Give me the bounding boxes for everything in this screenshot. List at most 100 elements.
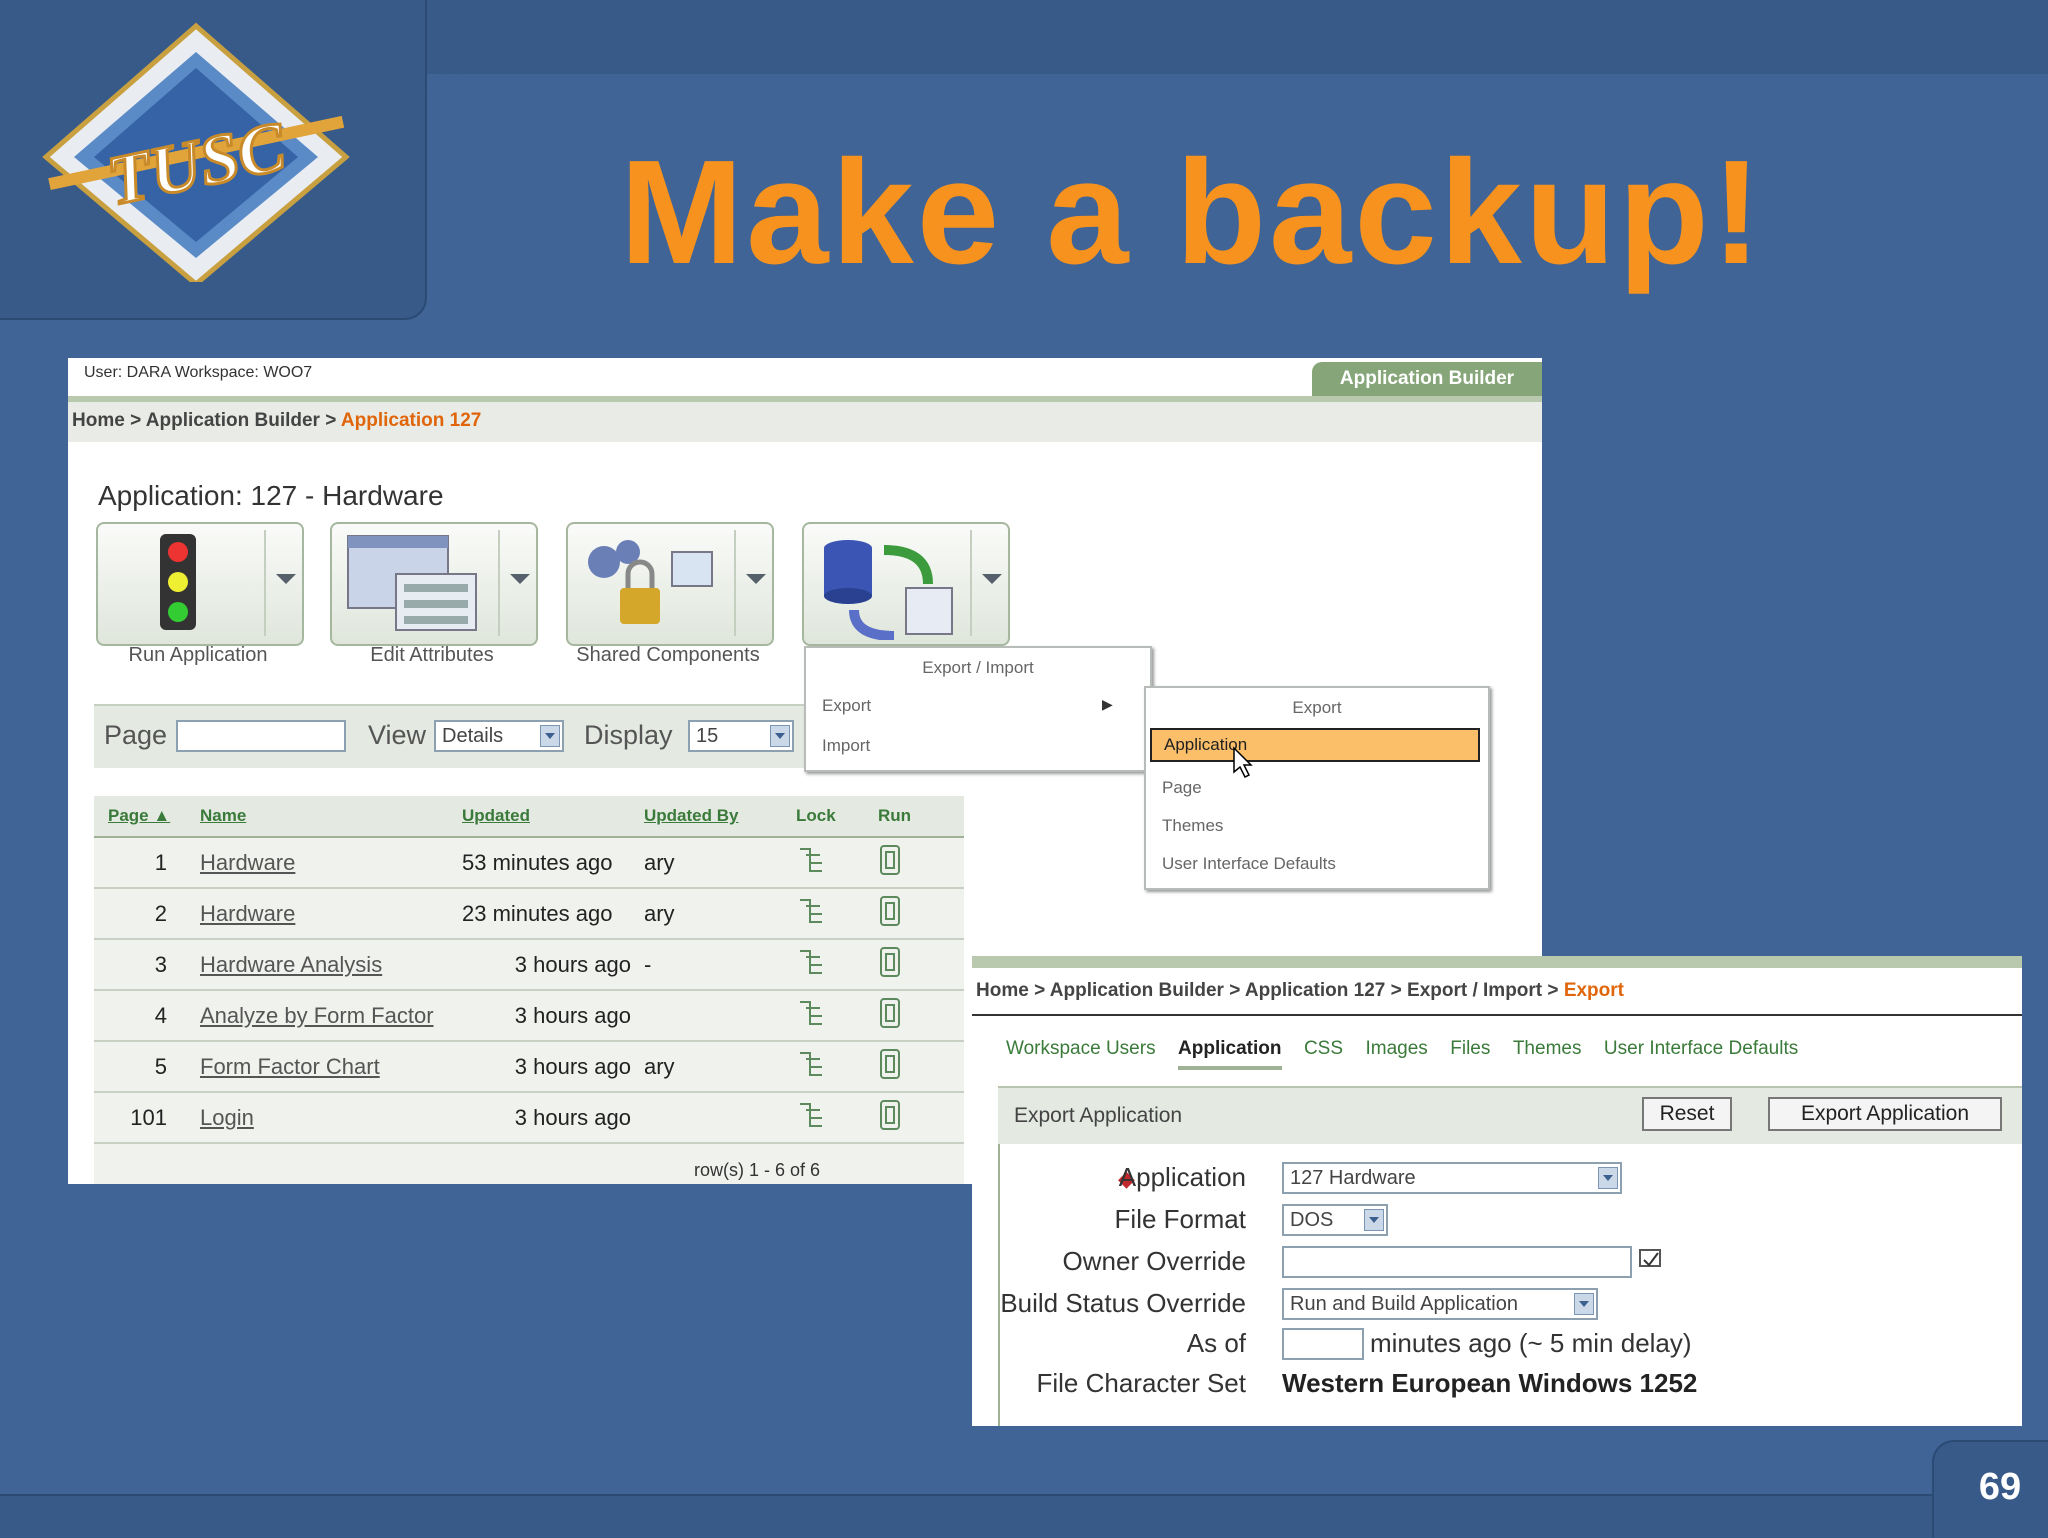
file-format-select[interactable]: DOS: [1282, 1204, 1388, 1236]
row-updated-by: ary: [643, 888, 795, 940]
column-header-name[interactable]: Name: [199, 796, 461, 838]
run-page-icon[interactable]: [877, 939, 964, 991]
build-status-select-value: Run and Build Application: [1290, 1293, 1518, 1315]
shared-components-tile[interactable]: [566, 522, 774, 646]
row-updated: 3 hours ago: [461, 1092, 643, 1144]
reset-button[interactable]: Reset: [1642, 1097, 1732, 1131]
owner-override-label: Owner Override: [1062, 1246, 1247, 1276]
row-updated-by: [643, 990, 795, 1042]
run-page-icon[interactable]: [877, 888, 964, 940]
edit-attributes-tile[interactable]: [330, 522, 538, 646]
tab-files[interactable]: Files: [1450, 1038, 1490, 1060]
charset-label: File Character Set: [1036, 1368, 1246, 1398]
export-breadcrumb: Home > Application Builder > Application…: [972, 956, 2022, 1016]
export-region-title: Export Application: [1014, 1104, 1183, 1127]
table-row: 1 Hardware 53 minutes ago ary: [94, 837, 964, 889]
tab-workspace-users[interactable]: Workspace Users: [1006, 1038, 1156, 1060]
submenu-item-themes[interactable]: Themes: [1162, 816, 1223, 836]
row-updated: 3 hours ago: [461, 990, 643, 1042]
chevron-down-icon[interactable]: [276, 574, 296, 584]
row-page-number: 4: [94, 990, 199, 1042]
tab-themes[interactable]: Themes: [1513, 1038, 1582, 1060]
as-of-label: As of: [1186, 1328, 1246, 1358]
lock-icon[interactable]: [795, 1041, 877, 1093]
shared-components-label[interactable]: Shared Components: [558, 644, 778, 667]
menu-title: Export / Import: [922, 658, 1034, 677]
row-page-number: 2: [94, 888, 199, 940]
breadcrumb-app-builder[interactable]: Application Builder: [1050, 980, 1224, 1001]
page-search-input[interactable]: [176, 720, 346, 752]
row-updated: 3 hours ago: [461, 939, 643, 991]
chevron-down-icon[interactable]: [982, 574, 1002, 584]
row-page-name-link[interactable]: Hardware Analysis: [199, 939, 461, 991]
dropdown-arrow-icon[interactable]: [540, 725, 560, 747]
row-page-name-link[interactable]: Hardware: [199, 888, 461, 940]
breadcrumb-app-builder[interactable]: Application Builder: [146, 410, 320, 431]
list-of-values-icon[interactable]: [1638, 1246, 1664, 1272]
column-header-updated[interactable]: Updated: [461, 796, 643, 838]
submenu-item-page[interactable]: Page: [1162, 778, 1202, 798]
run-page-icon[interactable]: [877, 837, 964, 889]
run-page-icon[interactable]: [877, 1041, 964, 1093]
dropdown-arrow-icon[interactable]: [1364, 1209, 1384, 1231]
submenu-arrow-icon: ▶: [1102, 696, 1113, 712]
menu-item-export[interactable]: Export: [822, 696, 871, 716]
lock-icon[interactable]: [795, 939, 877, 991]
tab-css[interactable]: CSS: [1304, 1038, 1343, 1060]
dropdown-arrow-icon[interactable]: [1574, 1293, 1594, 1315]
tab-application-builder[interactable]: Application Builder: [1312, 362, 1542, 396]
file-format-label: File Format: [1114, 1204, 1246, 1234]
view-select-value: Details: [442, 725, 504, 747]
lock-icon[interactable]: [795, 888, 877, 940]
row-page-number: 101: [94, 1092, 199, 1144]
page-title: Application: 127 - Hardware: [98, 480, 444, 511]
lock-icon[interactable]: [795, 990, 877, 1042]
run-page-icon[interactable]: [877, 990, 964, 1042]
tile-separator: [264, 530, 266, 636]
export-application-button[interactable]: Export Application: [1768, 1097, 2002, 1131]
breadcrumb-home[interactable]: Home: [976, 980, 1029, 1001]
dropdown-arrow-icon[interactable]: [1598, 1167, 1618, 1189]
edit-attributes-label[interactable]: Edit Attributes: [322, 644, 542, 667]
application-label: Application: [1118, 1162, 1246, 1192]
view-select[interactable]: Details: [434, 720, 564, 752]
tile-separator: [970, 530, 972, 636]
tile-separator: [734, 530, 736, 636]
breadcrumb-home[interactable]: Home: [72, 410, 125, 431]
export-import-tile[interactable]: [802, 522, 1010, 646]
user-workspace-bar: User: DARA Workspace: WOO7: [84, 364, 313, 381]
chevron-down-icon[interactable]: [510, 574, 530, 584]
as-of-input[interactable]: [1282, 1328, 1364, 1360]
menu-item-import[interactable]: Import: [822, 736, 870, 756]
run-application-label[interactable]: Run Application: [88, 644, 308, 667]
pages-report: Page ▲ Name Updated Updated By Lock Run …: [94, 796, 964, 1184]
tab-application[interactable]: Application: [1178, 1038, 1282, 1070]
tab-ui-defaults[interactable]: User Interface Defaults: [1604, 1038, 1798, 1060]
display-select[interactable]: 15: [688, 720, 794, 752]
row-page-name-link[interactable]: Hardware: [199, 837, 461, 889]
charset-value: Western European Windows 1252: [1282, 1368, 1698, 1398]
build-status-select[interactable]: Run and Build Application: [1282, 1288, 1598, 1320]
tab-images[interactable]: Images: [1365, 1038, 1427, 1060]
row-page-name-link[interactable]: Login: [199, 1092, 461, 1144]
run-application-tile[interactable]: [96, 522, 304, 646]
row-page-name-link[interactable]: Analyze by Form Factor: [199, 990, 461, 1042]
breadcrumb-app[interactable]: Application 127: [1245, 980, 1385, 1001]
row-page-name-link[interactable]: Form Factor Chart: [199, 1041, 461, 1093]
owner-override-input[interactable]: [1282, 1246, 1632, 1278]
lock-icon[interactable]: [795, 837, 877, 889]
mouse-pointer-icon: [1233, 746, 1253, 779]
breadcrumb-export-import[interactable]: Export / Import: [1407, 980, 1542, 1001]
submenu-item-application[interactable]: Application: [1150, 728, 1480, 762]
lock-icon[interactable]: [795, 1092, 877, 1144]
table-row: 4 Analyze by Form Factor 3 hours ago: [94, 990, 964, 1042]
column-header-updated-by[interactable]: Updated By: [643, 796, 795, 838]
dropdown-arrow-icon[interactable]: [770, 725, 790, 747]
run-page-icon[interactable]: [877, 1092, 964, 1144]
application-select[interactable]: 127 Hardware: [1282, 1162, 1622, 1194]
pages-table: Page ▲ Name Updated Updated By Lock Run …: [94, 796, 964, 1144]
chevron-down-icon[interactable]: [746, 574, 766, 584]
breadcrumb-sep: >: [1547, 980, 1559, 1001]
column-header-page[interactable]: Page ▲: [94, 796, 199, 838]
submenu-item-ui-defaults[interactable]: User Interface Defaults: [1162, 854, 1336, 874]
